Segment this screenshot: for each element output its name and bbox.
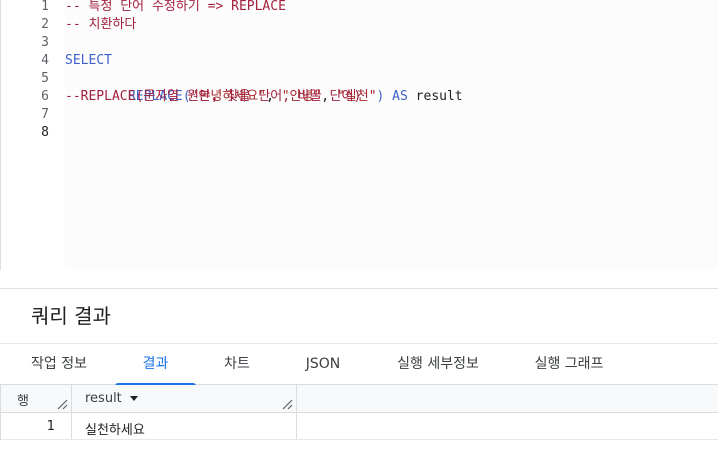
line-number: 6 — [41, 89, 49, 104]
tab-job-info[interactable]: 작업 정보 — [16, 344, 102, 385]
line-number: 4 — [41, 53, 49, 68]
tab-results[interactable]: 결과 — [115, 344, 196, 386]
column-header-result[interactable]: result — [72, 385, 297, 412]
code-line-5: REPLACE("안녕하세요", "안녕", "실천") AS result — [81, 70, 463, 104]
column-header-label: result — [85, 391, 122, 406]
row-number-cell: 1 — [0, 413, 72, 439]
tab-execution-details[interactable]: 실행 세부정보 — [380, 344, 496, 385]
line-number-active: 8 — [41, 125, 49, 140]
sql-editor[interactable]: 1 2 3 4 5 6 7 8 -- 특정 단어 수정하기 => REPLACE… — [0, 0, 718, 270]
tab-json[interactable]: JSON — [290, 344, 356, 385]
code-line-2: -- 치환하다 — [65, 17, 137, 32]
line-number: 1 — [41, 0, 49, 14]
code-area[interactable]: -- 특정 단어 수정하기 => REPLACE -- 치환하다 SELECT … — [65, 0, 718, 270]
resize-handle-icon[interactable] — [56, 398, 68, 410]
line-number: 5 — [41, 71, 49, 86]
row-number-header-label: 행 — [17, 394, 29, 409]
result-cell[interactable]: 실천하세요 — [72, 413, 297, 439]
tab-chart[interactable]: 차트 — [208, 344, 266, 385]
code-line-1: -- 특정 단어 수정하기 => REPLACE — [65, 0, 286, 14]
code-line-4: SELECT — [65, 53, 112, 68]
row-number-header: 행 — [0, 385, 72, 412]
result-value: 실천하세요 — [85, 423, 145, 438]
results-title: 쿼리 결과 — [31, 304, 111, 328]
line-number: 3 — [41, 35, 49, 50]
tab-execution-graph[interactable]: 실행 그래프 — [520, 344, 618, 385]
alias-name: result — [407, 89, 463, 104]
resize-handle-icon[interactable] — [281, 398, 293, 410]
line-number-gutter: 1 2 3 4 5 6 7 8 — [2, 0, 61, 270]
code-line-6: --REPLACE(문자열 원본, 찾을 단어, 바꿀 단어) — [65, 89, 362, 104]
sort-down-icon[interactable] — [129, 394, 139, 402]
table-row[interactable]: 1 실천하세요 — [0, 413, 718, 440]
grid-left-border — [0, 385, 1, 440]
as-keyword: AS — [384, 89, 408, 104]
results-tabs: 작업 정보 결과 차트 JSON 실행 세부정보 실행 그래프 — [0, 343, 718, 386]
row-number: 1 — [46, 419, 55, 434]
line-number: 7 — [41, 107, 49, 122]
line-number: 2 — [41, 17, 49, 32]
results-grid-header: 행 result — [0, 385, 718, 413]
panel-divider[interactable] — [0, 288, 718, 289]
tab-results-label: 결과 — [142, 356, 169, 372]
